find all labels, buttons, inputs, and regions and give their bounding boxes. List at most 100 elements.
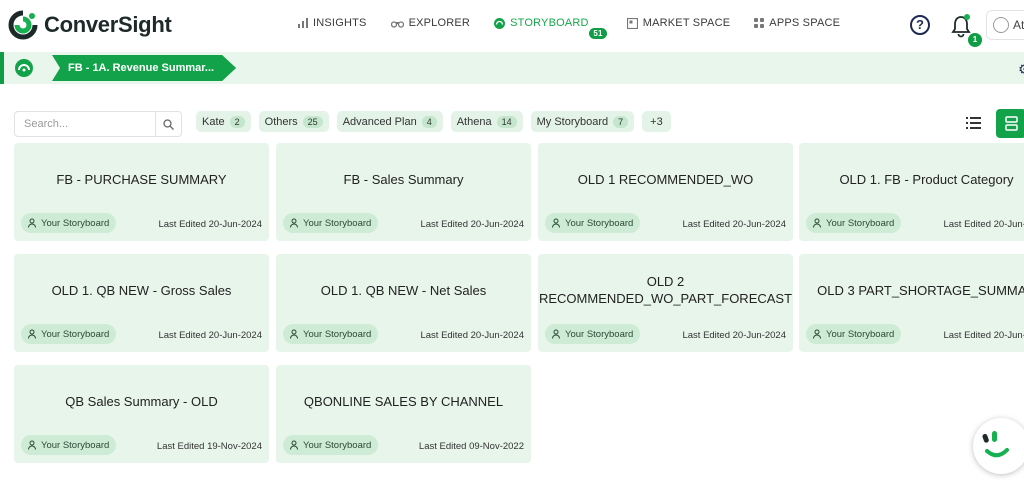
- storyboard-card[interactable]: OLD 1. QB NEW - Net Sales Your Storyboar…: [276, 254, 531, 352]
- card-owner-tag[interactable]: Your Storyboard: [806, 324, 902, 344]
- card-last-edited: Last Edited 20-Jun-2024: [682, 219, 786, 230]
- card-owner-tag[interactable]: Your Storyboard: [283, 435, 379, 455]
- card-title: OLD 3 PART_SHORTAGE_SUMMAR: [817, 282, 1024, 298]
- card-title: OLD 1. QB NEW - Gross Sales: [51, 282, 232, 298]
- brand-logo[interactable]: ConverSight: [8, 10, 172, 40]
- card-title: FB - Sales Summary: [343, 171, 464, 187]
- nav-label: EXPLORER: [408, 17, 471, 29]
- storyboard-card[interactable]: QBONLINE SALES BY CHANNEL Your Storyboar…: [276, 365, 531, 463]
- app-header: ConverSight INSIGHTS EXPLORER STORYBOARD…: [0, 0, 1024, 52]
- search-input[interactable]: [15, 112, 155, 136]
- filter-chip-advanced-plan[interactable]: Advanced Plan 4: [336, 111, 443, 132]
- chip-label: My Storyboard: [536, 115, 609, 128]
- search-icon: [163, 118, 174, 130]
- filter-chip-others[interactable]: Others 25: [258, 111, 329, 132]
- user-icon: [552, 218, 560, 228]
- grid-view-icon: [1005, 116, 1018, 131]
- nav-label: INSIGHTS: [313, 17, 367, 29]
- storyboard-card[interactable]: OLD 1 RECOMMENDED_WO Your Storyboard Las…: [538, 143, 793, 241]
- card-owner-tag[interactable]: Your Storyboard: [283, 213, 379, 233]
- brand-name: ConverSight: [44, 12, 172, 37]
- card-owner-tag[interactable]: Your Storyboard: [21, 435, 117, 455]
- filter-chip-athena[interactable]: Athena 14: [450, 111, 523, 132]
- storyboard-card[interactable]: OLD 2 RECOMMENDED_WO_PART_FORECAST Your …: [538, 254, 793, 352]
- storyboard-card[interactable]: FB - PURCHASE SUMMARY Your Storyboard La…: [14, 143, 269, 241]
- notification-dot: [964, 14, 970, 20]
- market-icon: [626, 17, 638, 29]
- nav-insights[interactable]: INSIGHTS: [298, 17, 367, 29]
- card-title: OLD 1. FB - Product Category: [839, 171, 1014, 187]
- nav-label: MARKET SPACE: [642, 17, 731, 29]
- breadcrumb-current[interactable]: FB - 1A. Revenue Summar...: [52, 55, 236, 81]
- grid-view-button[interactable]: [996, 109, 1024, 138]
- chip-label: Others: [264, 115, 298, 128]
- user-icon: [290, 440, 298, 450]
- nav-label: APPS SPACE: [769, 17, 841, 29]
- user-icon: [290, 329, 298, 339]
- filter-chip-more[interactable]: +3: [642, 111, 671, 132]
- card-last-edited: Last Edited 19-Nov-2024: [156, 441, 262, 452]
- storyboard-card[interactable]: FB - Sales Summary Your Storyboard Last …: [276, 143, 531, 241]
- storyboard-card[interactable]: QB Sales Summary - OLD Your Storyboard L…: [14, 365, 269, 463]
- breadcrumb-bar: FB - 1A. Revenue Summar... ⚙: [0, 52, 1024, 84]
- list-view-icon[interactable]: [966, 116, 984, 130]
- card-owner-tag[interactable]: Your Storyboard: [806, 213, 902, 233]
- user-icon: [290, 218, 298, 228]
- filter-chip-kate[interactable]: Kate 2: [196, 111, 251, 132]
- card-tag-label: Your Storyboard: [303, 328, 372, 340]
- nav-apps-space[interactable]: APPS SPACE: [754, 17, 840, 29]
- binoculars-icon: [390, 21, 404, 28]
- storyboard-card[interactable]: OLD 3 PART_SHORTAGE_SUMMAR Your Storyboa…: [799, 254, 1024, 352]
- gear-icon[interactable]: ⚙: [1018, 61, 1024, 78]
- storyboard-card[interactable]: OLD 1. FB - Product Category Your Storyb…: [799, 143, 1024, 241]
- storyboard-count-badge: 51: [589, 28, 607, 39]
- card-title: QBONLINE SALES BY CHANNEL: [303, 393, 504, 409]
- filter-chip-my-storyboard[interactable]: My Storyboard 7: [530, 111, 635, 132]
- card-last-edited: Last Edited 20-Jun-2024: [158, 330, 262, 341]
- chip-label: +3: [650, 115, 663, 128]
- search-button[interactable]: [155, 112, 181, 136]
- help-icon[interactable]: ?: [910, 15, 930, 35]
- card-title: OLD 1. QB NEW - Net Sales: [320, 282, 487, 298]
- conversight-logo-icon: [8, 10, 38, 40]
- card-last-edited: Last Edited 20-Jun-2024: [943, 330, 1024, 341]
- chip-label: Advanced Plan: [342, 115, 417, 128]
- user-icon: [813, 218, 821, 228]
- nav-storyboard[interactable]: STORYBOARD 51: [494, 17, 607, 39]
- card-last-edited: Last Edited 20-Jun-2024: [420, 219, 524, 230]
- user-icon: [552, 329, 560, 339]
- search-box: [14, 111, 182, 137]
- assistant-logo-icon: [982, 431, 1009, 458]
- chip-count: 4: [421, 115, 437, 128]
- card-last-edited: Last Edited 20-Jun-2024: [682, 330, 786, 341]
- nav-label: STORYBOARD: [510, 17, 589, 29]
- user-icon: [28, 440, 36, 450]
- chip-count: 25: [302, 115, 323, 128]
- assistant-button[interactable]: [973, 418, 1024, 474]
- card-owner-tag[interactable]: Your Storyboard: [545, 213, 641, 233]
- card-owner-tag[interactable]: Your Storyboard: [21, 324, 117, 344]
- storyboard-home-icon[interactable]: [14, 58, 34, 78]
- card-last-edited: Last Edited 09-Nov-2022: [418, 441, 524, 452]
- card-title: FB - PURCHASE SUMMARY: [56, 171, 227, 187]
- card-last-edited: Last Edited 20-Jun-2024: [158, 219, 262, 230]
- card-tag-label: Your Storyboard: [826, 328, 895, 340]
- card-owner-tag[interactable]: Your Storyboard: [545, 324, 641, 344]
- card-title: QB Sales Summary - OLD: [65, 393, 218, 409]
- nav-market-space[interactable]: MARKET SPACE: [626, 17, 731, 29]
- card-owner-tag[interactable]: Your Storyboard: [283, 324, 379, 344]
- card-owner-tag[interactable]: Your Storyboard: [21, 213, 117, 233]
- user-menu[interactable]: At: [986, 10, 1024, 40]
- bar-chart-icon: [298, 18, 308, 28]
- card-title: OLD 1 RECOMMENDED_WO: [577, 171, 754, 187]
- card-last-edited: Last Edited 20-Jun-2024: [943, 219, 1024, 230]
- nav-explorer[interactable]: EXPLORER: [390, 17, 471, 29]
- chip-count: 2: [229, 115, 245, 128]
- card-tag-label: Your Storyboard: [826, 217, 895, 229]
- user-icon: [813, 329, 821, 339]
- chip-label: Athena: [456, 115, 492, 128]
- storyboard-card[interactable]: OLD 1. QB NEW - Gross Sales Your Storybo…: [14, 254, 269, 352]
- card-tag-label: Your Storyboard: [303, 217, 372, 229]
- user-icon: [28, 329, 36, 339]
- card-tag-label: Your Storyboard: [41, 328, 110, 340]
